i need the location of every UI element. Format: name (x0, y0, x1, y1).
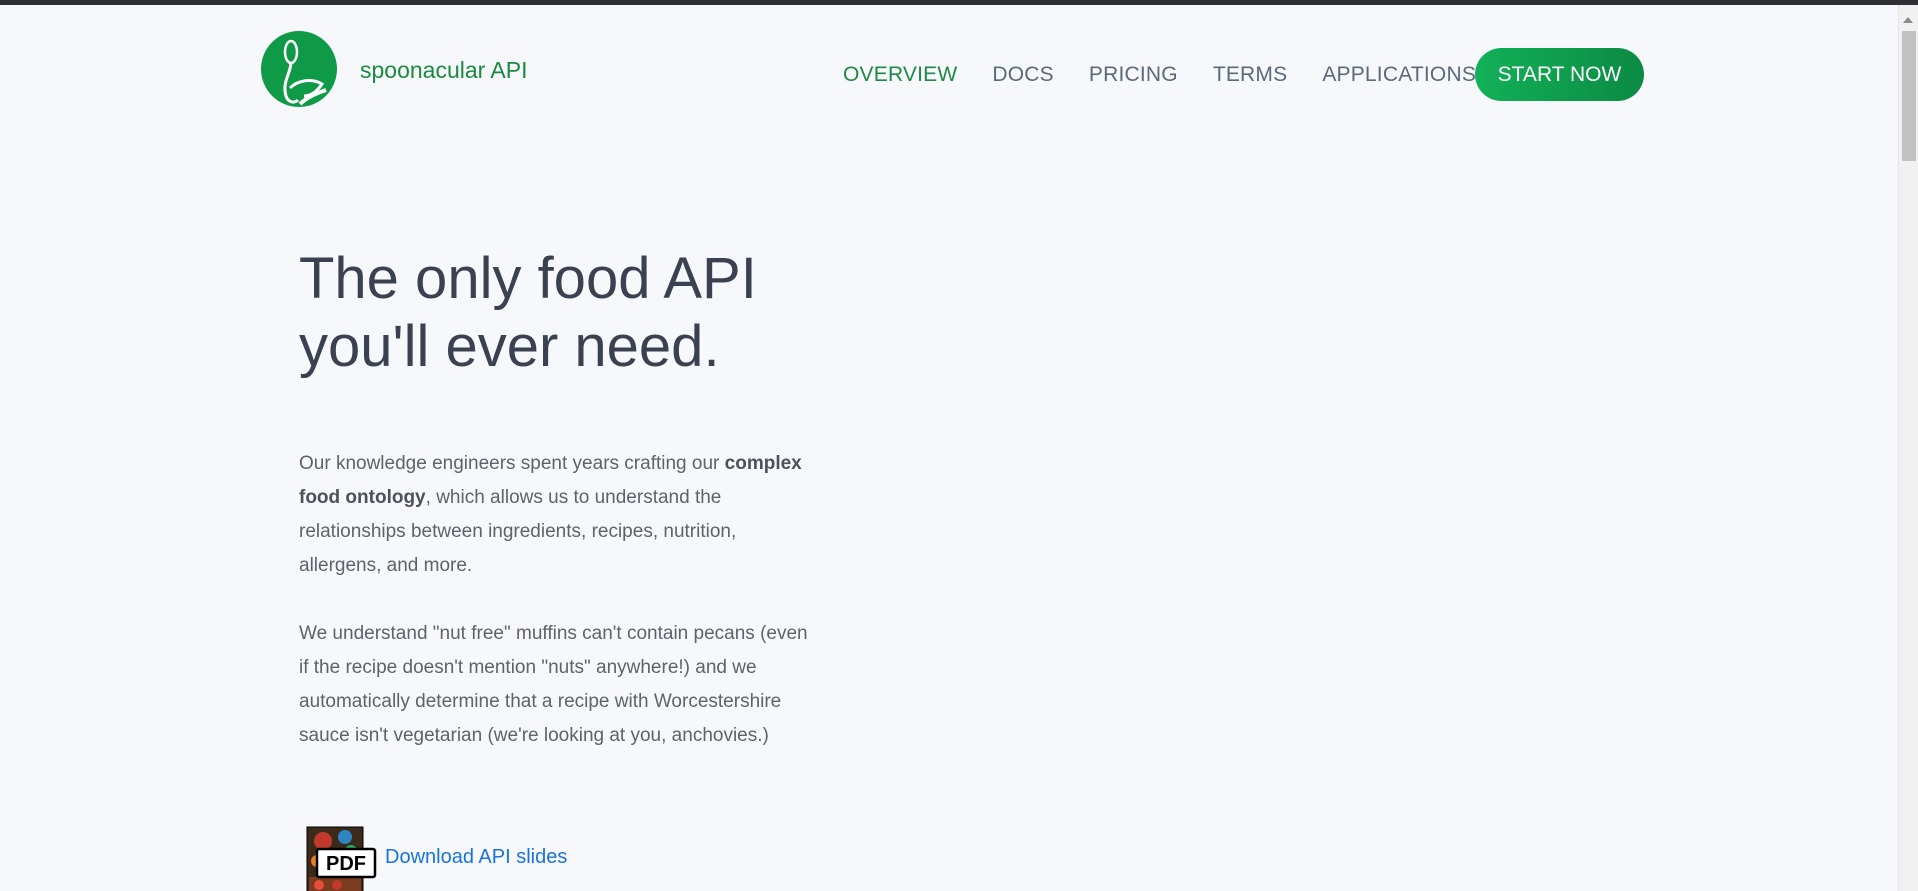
nav-pricing[interactable]: PRICING (1089, 63, 1178, 87)
nut-free-paragraph: We understand "nut free" muffins can't c… (299, 623, 808, 746)
ontology-paragraph: Our knowledge engineers spent years craf… (299, 447, 819, 583)
vertical-scrollbar[interactable] (1898, 5, 1918, 891)
pdf-badge-text: PDF (326, 853, 366, 875)
scroll-up-arrow-icon[interactable] (1903, 17, 1913, 23)
scroll-thumb[interactable] (1902, 31, 1916, 161)
download-slides-row: PDF Download API slides (303, 825, 567, 891)
spoon-logo-icon[interactable] (260, 30, 338, 108)
hero-title-line2: you'll ever need. (299, 314, 720, 379)
brand-name[interactable]: spoonacular API (360, 57, 528, 84)
main-nav: OVERVIEW DOCS PRICING TERMS APPLICATIONS (843, 63, 1511, 87)
nav-terms[interactable]: TERMS (1213, 63, 1288, 87)
page: spoonacular API OVERVIEW DOCS PRICING TE… (0, 5, 1898, 891)
hero-title-line1: The only food API (299, 246, 757, 311)
ontology-text-start: Our knowledge engineers spent years craf… (299, 453, 725, 474)
start-now-button[interactable]: START NOW (1475, 48, 1644, 101)
nav-overview[interactable]: OVERVIEW (843, 63, 957, 87)
nav-docs[interactable]: DOCS (992, 63, 1053, 87)
pdf-file-icon[interactable]: PDF (303, 825, 377, 891)
hero-title: The only food API you'll ever need. (299, 245, 899, 381)
nav-applications[interactable]: APPLICATIONS (1322, 63, 1476, 87)
download-slides-link[interactable]: Download API slides (385, 846, 567, 869)
